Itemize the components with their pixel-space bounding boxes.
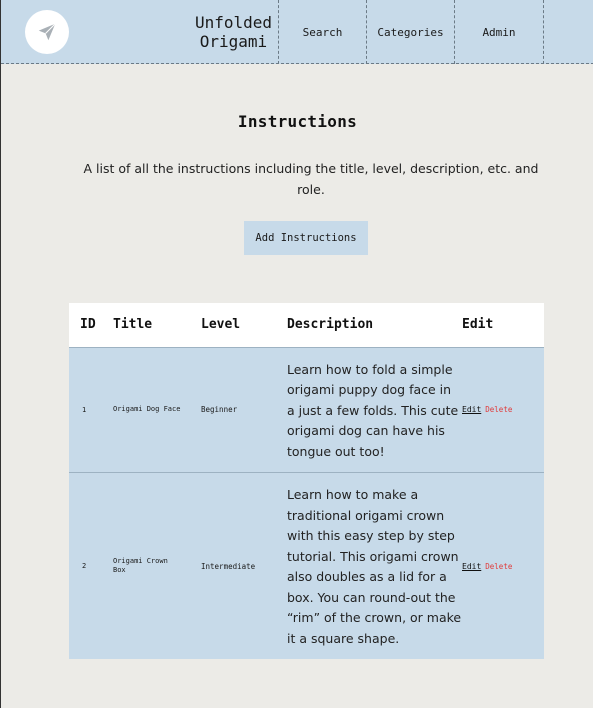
cell-id: 2 bbox=[82, 562, 87, 570]
column-header-level: Level bbox=[201, 317, 241, 333]
cell-level: Intermediate bbox=[201, 561, 256, 571]
cell-id: 1 bbox=[82, 405, 87, 414]
column-header-title: Title bbox=[113, 317, 153, 333]
cell-title: Origami Crown Box bbox=[113, 557, 168, 574]
edit-link[interactable]: Edit bbox=[462, 562, 481, 571]
cell-actions: Edit Delete bbox=[462, 473, 544, 660]
nav-categories[interactable]: Categories bbox=[366, 0, 454, 64]
instructions-table-grid: ID Title Level Description Edit 1 Origam… bbox=[69, 303, 544, 659]
paper-plane-icon[interactable] bbox=[25, 10, 69, 54]
edit-link[interactable]: Edit bbox=[462, 405, 481, 414]
logo-container bbox=[1, 0, 69, 64]
add-instructions-button[interactable]: Add Instructions bbox=[244, 221, 368, 255]
delete-link[interactable]: Delete bbox=[485, 562, 512, 571]
cell-level: Beginner bbox=[201, 405, 238, 415]
instructions-table: ID Title Level Description Edit 1 Origam… bbox=[69, 303, 544, 659]
cell-title: Origami Dog Face bbox=[113, 405, 181, 414]
page-title: Instructions bbox=[237, 112, 358, 131]
table-row: 1 Origami Dog Face Beginner Learn how to… bbox=[69, 347, 544, 473]
column-header-id: ID bbox=[80, 317, 96, 333]
table-row: 2 Origami Crown Box Intermediate Learn h… bbox=[69, 472, 544, 660]
nav-search[interactable]: Search bbox=[278, 0, 366, 64]
cell-actions: Edit Delete bbox=[462, 347, 544, 473]
cell-description: Learn how to make a traditional origami … bbox=[287, 487, 462, 646]
brand-title[interactable]: Unfolded Origami bbox=[69, 0, 278, 64]
cell-description: Learn how to fold a simple origami puppy… bbox=[287, 361, 459, 459]
table-header-row: ID Title Level Description Edit bbox=[69, 303, 544, 347]
brand-text: Unfolded Origami bbox=[194, 13, 272, 51]
page-description: A list of all the instructions including… bbox=[83, 161, 539, 197]
nav-admin[interactable]: Admin bbox=[454, 0, 544, 64]
top-navigation-bar: Unfolded Origami Search Categories Admin bbox=[1, 0, 593, 64]
delete-link[interactable]: Delete bbox=[485, 405, 512, 414]
column-header-edit: Edit bbox=[462, 317, 494, 333]
column-header-description: Description bbox=[287, 317, 374, 333]
